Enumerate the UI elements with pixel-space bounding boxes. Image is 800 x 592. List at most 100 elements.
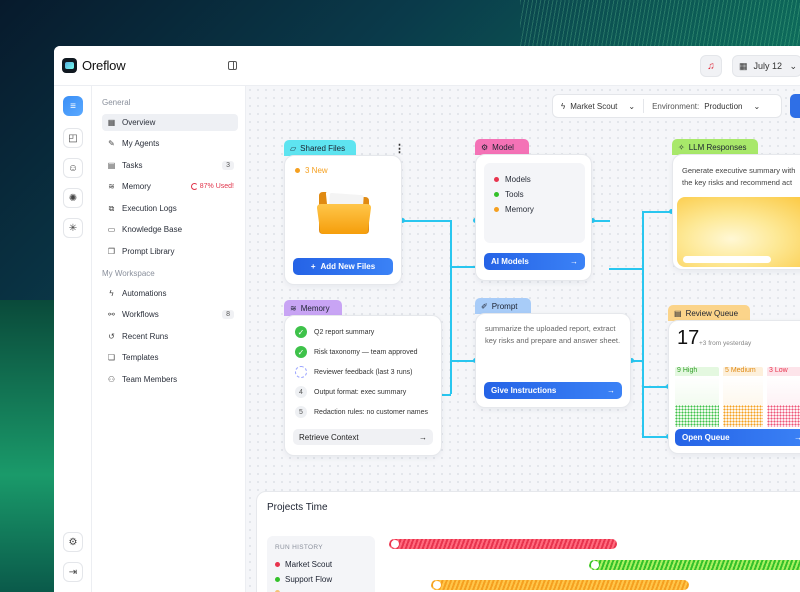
connector-line	[450, 266, 476, 268]
filter-bar: ϟ Market Scout ⌄ Environment: Production…	[552, 94, 782, 118]
workflow-canvas[interactable]: ϟ Market Scout ⌄ Environment: Production…	[246, 86, 800, 592]
prompt-text[interactable]: summarize the uploaded report, extract k…	[485, 323, 621, 347]
sparkle-icon: ✧	[678, 142, 685, 152]
timeline-handle[interactable]	[433, 581, 441, 589]
memory-row[interactable]: Reviewer feedback (last 3 runs)	[295, 366, 412, 378]
give-instructions-button[interactable]: Give Instructions →	[484, 382, 622, 399]
memory-row[interactable]: ✓ Risk taxonomy — team approved	[295, 346, 418, 358]
sidebar-item-team-members[interactable]: ⚇ Team Members	[102, 371, 238, 388]
sidebar-item-label: Templates	[122, 353, 159, 362]
shapes-icon: ◰	[68, 132, 78, 144]
model-item-label: Memory	[505, 205, 534, 214]
model-item-label: Models	[505, 175, 531, 184]
projects-time-panel: Projects Time RUN HISTORY Market Scout S…	[256, 491, 800, 592]
sidebar-item-memory[interactable]: ≋ Memory 87% Used!	[102, 178, 238, 195]
background-gradient	[0, 300, 55, 592]
model-list: Models Tools Memory	[484, 163, 585, 243]
memory-row[interactable]: 4 Output format: exec summary	[295, 386, 406, 398]
sidebar-item-automations[interactable]: ϟ Automations	[102, 285, 238, 302]
rail-bot-button[interactable]: ☺	[63, 158, 83, 178]
rail-spark-button[interactable]: ✳	[63, 218, 83, 238]
history-icon: ↺	[108, 332, 115, 341]
folder-illustration-icon	[317, 188, 371, 234]
sidebar-item-my-agents[interactable]: ✎ My Agents	[102, 135, 238, 152]
primary-action-button[interactable]	[790, 94, 800, 118]
sidebar-item-label: Team Members	[122, 375, 178, 384]
rail-ai-button[interactable]: ✺	[63, 188, 83, 208]
rail-shapes-button[interactable]: ◰	[63, 128, 83, 148]
model-list-item[interactable]: Tools	[494, 190, 524, 199]
timeline-handle[interactable]	[391, 540, 399, 548]
model-list-item[interactable]: Models	[494, 175, 531, 184]
logout-button[interactable]: ⇥	[63, 562, 83, 582]
section-my-workspace: My Workspace	[102, 269, 155, 278]
sidebar-item-tasks[interactable]: ▤ Tasks 3	[102, 157, 238, 174]
sidebar-item-templates[interactable]: ❏ Templates	[102, 349, 238, 366]
chevron-down-icon: ⌄	[789, 60, 797, 71]
sidebar-item-label: Tasks	[122, 161, 143, 170]
bell-icon: ♫	[707, 60, 715, 72]
sidebar-item-prompt-library[interactable]: ❐ Prompt Library	[102, 243, 238, 260]
memory-row[interactable]: ✓ Q2 report summary	[295, 326, 374, 338]
memory-card[interactable]: ✓ Q2 report summary ✓ Risk taxonomy — te…	[284, 315, 442, 456]
sidebar-item-workflows[interactable]: ⚯ Workflows 8	[102, 306, 238, 323]
run-history-label: RUN HISTORY	[275, 544, 323, 551]
open-queue-label: Open Queue	[682, 433, 730, 442]
timeline-handle[interactable]	[591, 561, 599, 569]
loading-icon	[295, 366, 307, 378]
shared-files-card[interactable]: 3 New + Add New Files	[284, 155, 402, 285]
sidebar-item-recent-runs[interactable]: ↺ Recent Runs	[102, 328, 238, 345]
give-instructions-label: Give Instructions	[491, 386, 557, 395]
prompt-card[interactable]: summarize the uploaded report, extract k…	[475, 313, 631, 408]
ai-models-button[interactable]: AI Models →	[484, 253, 585, 270]
agent-select-value: Market Scout	[570, 101, 618, 111]
review-queue-card[interactable]: 17 +3 from yesterday 9 High 5 Medium 3 L…	[668, 320, 800, 454]
plus-icon: +	[310, 262, 316, 271]
priority-medium-dots	[723, 405, 763, 427]
llm-responses-tag: ✧ LLM Responses	[672, 139, 758, 155]
notification-button[interactable]: ♫	[700, 55, 722, 77]
sidebar-item-label: Automations	[122, 289, 167, 298]
memory-usage-warning: 87% Used!	[190, 183, 234, 190]
connector-line	[642, 211, 644, 436]
queue-icon: ▤	[674, 308, 682, 318]
clipboard-icon: ▤	[107, 161, 116, 170]
sidebar-toggle-icon[interactable]	[228, 61, 237, 70]
priority-medium-label: 5 Medium	[723, 367, 763, 376]
prompt-tag-label: Prompt	[491, 301, 518, 311]
status-dot	[494, 207, 499, 212]
flow-icon: ⚯	[108, 310, 115, 319]
more-options-icon[interactable]: ⋮	[394, 142, 405, 155]
workspace-switcher[interactable]: ≡	[63, 96, 83, 116]
run-history-item[interactable]: Support Flow	[275, 575, 332, 584]
status-dot	[275, 562, 280, 567]
timeline-bar-third-run[interactable]	[431, 580, 689, 590]
open-queue-button[interactable]: Open Queue →	[675, 429, 800, 446]
response-progress-bar	[683, 256, 771, 263]
settings-button[interactable]: ⚙	[63, 532, 83, 552]
environment-select[interactable]: Environment: Production ⌄	[644, 95, 768, 117]
timeline-bar-market-scout[interactable]	[389, 539, 617, 549]
run-history-item[interactable]: Market Scout	[275, 560, 332, 569]
retrieve-context-button[interactable]: Retrieve Context →	[293, 429, 433, 445]
arrow-right-icon: →	[570, 257, 578, 266]
sidebar-item-label: Execution Logs	[122, 204, 177, 213]
step-number: 4	[295, 386, 307, 398]
memory-row-label: Redaction rules: no customer names	[314, 408, 428, 416]
step-number: 5	[295, 406, 307, 418]
calendar-icon: ▦	[739, 60, 748, 71]
model-card[interactable]: Models Tools Memory AI Models →	[475, 154, 592, 281]
model-list-item[interactable]: Memory	[494, 205, 534, 214]
add-new-files-button[interactable]: + Add New Files	[293, 258, 393, 275]
agent-select[interactable]: ϟ Market Scout ⌄	[553, 95, 643, 117]
llm-responses-card[interactable]: Generate executive summary with the key …	[672, 154, 800, 270]
timeline-bar-support-flow[interactable]	[589, 560, 800, 570]
app-logo[interactable]: Oreflow	[62, 58, 126, 73]
memory-row[interactable]: 5 Redaction rules: no customer names	[295, 406, 428, 418]
sidebar-item-knowledge-base[interactable]: ▭ Knowledge Base	[102, 221, 238, 238]
model-tag: ⚙ Model	[475, 139, 529, 155]
sidebar-item-overview[interactable]: ▦ Overview	[102, 114, 238, 131]
sidebar-item-execution-logs[interactable]: ⧉ Execution Logs	[102, 200, 238, 217]
date-picker[interactable]: ▦ July 12 ⌄	[732, 55, 800, 77]
environment-value: Production	[704, 101, 743, 111]
